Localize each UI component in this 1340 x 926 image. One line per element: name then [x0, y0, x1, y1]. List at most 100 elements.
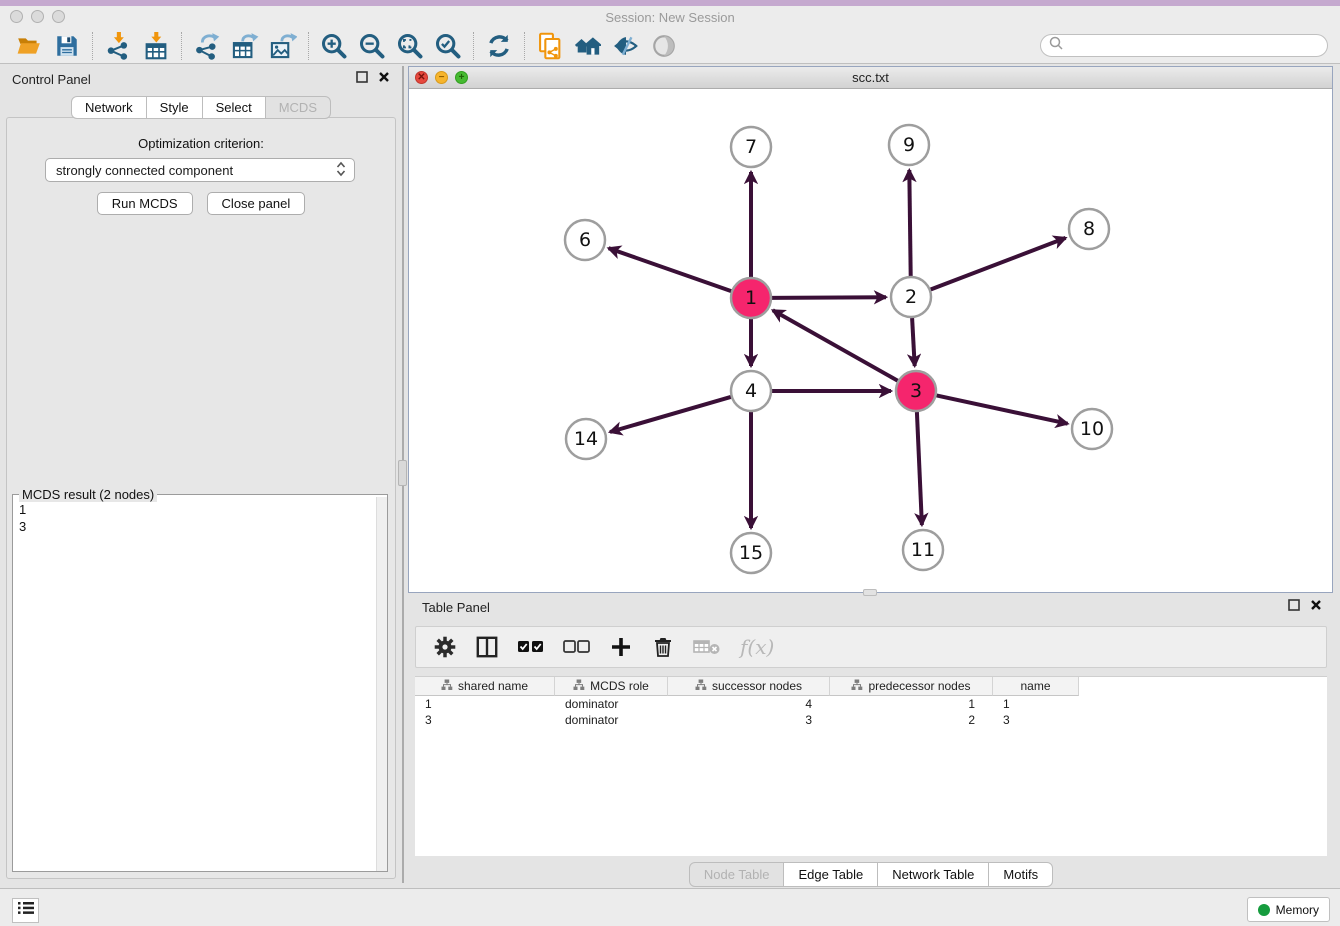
memory-button[interactable]: Memory: [1247, 897, 1330, 922]
edge-1-2[interactable]: [772, 297, 886, 298]
edge-3-10[interactable]: [937, 395, 1068, 423]
toolbar-separator: [308, 32, 309, 60]
tab-network[interactable]: Network: [71, 96, 147, 119]
minimize-network-icon[interactable]: −: [435, 71, 448, 84]
edge-2-3[interactable]: [912, 318, 915, 366]
column-header-MCDS-role[interactable]: MCDS role: [555, 677, 668, 696]
zoom-in-icon[interactable]: [315, 31, 353, 61]
save-session-icon[interactable]: [48, 31, 86, 61]
add-icon[interactable]: [608, 634, 634, 660]
node-9[interactable]: 9: [889, 125, 929, 165]
node-7[interactable]: 7: [731, 127, 771, 167]
tab-network-table[interactable]: Network Table: [877, 862, 989, 887]
edge-2-8[interactable]: [931, 238, 1066, 290]
tab-motifs[interactable]: Motifs: [988, 862, 1053, 887]
table-cell[interactable]: dominator: [555, 713, 668, 727]
column-header-predecessor-nodes[interactable]: predecessor nodes: [830, 677, 993, 696]
node-2[interactable]: 2: [891, 277, 931, 317]
close-panel-icon[interactable]: [378, 70, 390, 88]
table-cell[interactable]: 3: [415, 713, 555, 727]
mcds-result-text[interactable]: 1 3: [13, 497, 375, 871]
node-15[interactable]: 15: [731, 533, 771, 573]
tab-mcds[interactable]: MCDS: [265, 96, 331, 119]
tab-edge-table[interactable]: Edge Table: [783, 862, 878, 887]
node-8[interactable]: 8: [1069, 209, 1109, 249]
node-1[interactable]: 1: [731, 278, 771, 318]
minimize-window-icon[interactable]: [31, 10, 44, 23]
edge-3-11[interactable]: [917, 412, 922, 525]
node-14[interactable]: 14: [566, 419, 606, 459]
close-panel-button[interactable]: Close panel: [207, 192, 306, 215]
close-window-icon[interactable]: [10, 10, 23, 23]
network-titlebar[interactable]: ✕ − + scc.txt: [409, 67, 1332, 89]
table-cell[interactable]: dominator: [555, 697, 668, 711]
zoom-out-icon[interactable]: [353, 31, 391, 61]
column-header-label: predecessor nodes: [868, 679, 970, 693]
export-table-icon[interactable]: [226, 31, 264, 61]
home-icon[interactable]: [569, 31, 607, 61]
svg-text:15: 15: [739, 542, 763, 564]
run-mcds-button[interactable]: Run MCDS: [97, 192, 193, 215]
network-canvas[interactable]: 7 9 6 8 1 2 4 3 14 10 15 11: [409, 89, 1332, 592]
table-row[interactable]: 3dominator323: [415, 712, 1327, 728]
delete-icon[interactable]: [650, 634, 676, 660]
table-cell[interactable]: 4: [668, 697, 830, 711]
table-cell[interactable]: 1: [415, 697, 555, 711]
maximize-network-icon[interactable]: +: [455, 71, 468, 84]
tab-node-table[interactable]: Node Table: [689, 862, 785, 887]
edge-2-9[interactable]: [909, 170, 910, 276]
edge-1-6[interactable]: [609, 248, 732, 291]
tree-icon: [851, 679, 863, 694]
settings-gear-icon[interactable]: [432, 634, 458, 660]
search-box[interactable]: [1040, 34, 1328, 57]
tree-icon: [441, 679, 453, 694]
refresh-layout-icon[interactable]: [480, 31, 518, 61]
task-history-button[interactable]: [12, 898, 39, 923]
table-toolbar: f(x): [415, 626, 1327, 668]
criterion-dropdown[interactable]: strongly connected component: [45, 158, 355, 182]
vertical-splitter-handle[interactable]: [398, 460, 407, 486]
table-cell[interactable]: 1: [830, 697, 993, 711]
mcds-result-scrollbar[interactable]: [376, 497, 387, 871]
split-columns-icon[interactable]: [474, 634, 500, 660]
node-10[interactable]: 10: [1072, 409, 1112, 449]
tab-select[interactable]: Select: [202, 96, 266, 119]
column-header-successor-nodes[interactable]: successor nodes: [668, 677, 830, 696]
app-window-controls[interactable]: [10, 10, 65, 23]
float-panel-icon[interactable]: [356, 70, 368, 88]
edge-4-14[interactable]: [610, 397, 731, 432]
import-network-icon[interactable]: [99, 31, 137, 61]
close-table-panel-icon[interactable]: [1310, 598, 1322, 616]
import-table-icon[interactable]: [137, 31, 175, 61]
table-row[interactable]: 1dominator411: [415, 696, 1327, 712]
close-network-icon[interactable]: ✕: [415, 71, 428, 84]
table-cell[interactable]: 1: [993, 697, 1079, 711]
node-6[interactable]: 6: [565, 220, 605, 260]
node-4[interactable]: 4: [731, 371, 771, 411]
main-toolbar: [0, 28, 1340, 64]
maximize-window-icon[interactable]: [52, 10, 65, 23]
toolbar-separator: [524, 32, 525, 60]
node-3[interactable]: 3: [896, 371, 936, 411]
zoom-selected-icon[interactable]: [429, 31, 467, 61]
svg-text:6: 6: [579, 229, 591, 251]
tab-style[interactable]: Style: [146, 96, 203, 119]
zoom-fit-icon[interactable]: [391, 31, 429, 61]
clone-network-icon[interactable]: [531, 31, 569, 61]
column-header-shared-name[interactable]: shared name: [415, 677, 555, 696]
export-image-icon[interactable]: [264, 31, 302, 61]
open-folder-icon[interactable]: [10, 31, 48, 61]
select-all-icon[interactable]: [516, 634, 546, 660]
table-cell[interactable]: 2: [830, 713, 993, 727]
table-cell[interactable]: 3: [668, 713, 830, 727]
eye-slash-icon[interactable]: [607, 31, 645, 61]
column-header-name[interactable]: name: [993, 677, 1079, 696]
node-table[interactable]: shared nameMCDS rolesuccessor nodes prede…: [415, 676, 1327, 856]
export-network-icon[interactable]: [188, 31, 226, 61]
search-input[interactable]: [1065, 39, 1327, 53]
table-cell[interactable]: 3: [993, 713, 1079, 727]
edge-3-1[interactable]: [773, 310, 898, 380]
float-table-panel-icon[interactable]: [1288, 598, 1300, 616]
node-11[interactable]: 11: [903, 530, 943, 570]
deselect-all-icon[interactable]: [562, 634, 592, 660]
